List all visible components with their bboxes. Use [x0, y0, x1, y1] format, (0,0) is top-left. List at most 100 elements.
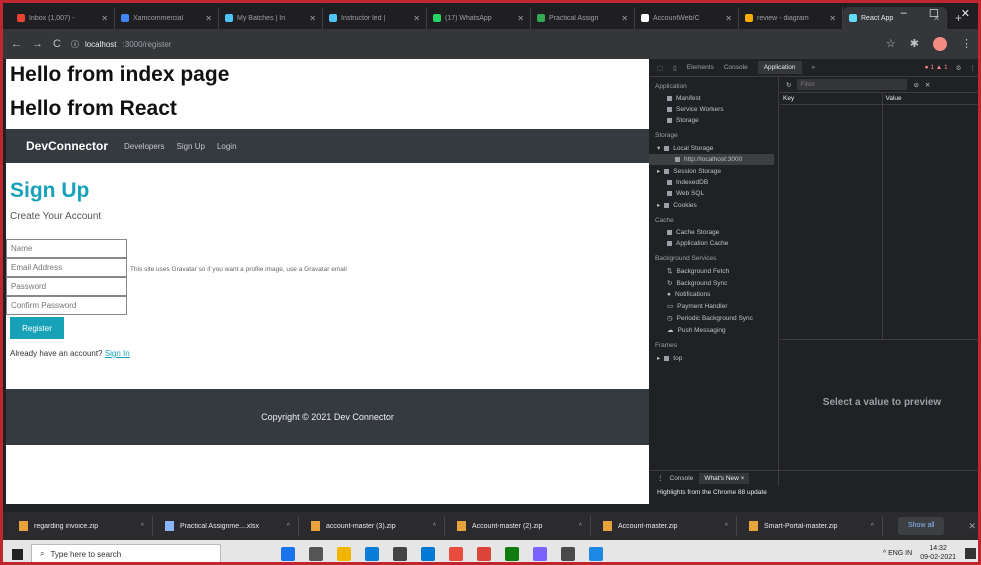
close-tab-icon[interactable]: ✕ — [517, 14, 524, 23]
taskbar-app-icon[interactable] — [477, 547, 491, 561]
chevron-up-icon[interactable]: ^ — [433, 523, 436, 530]
taskbar-app-icon[interactable] — [365, 547, 379, 561]
taskbar-app-icon[interactable] — [393, 547, 407, 561]
clock[interactable]: 14:32 09-02-2021 — [920, 544, 956, 562]
close-tab-icon[interactable]: ✕ — [413, 14, 420, 23]
sidebar-item-cache-storage[interactable]: Cache Storage — [649, 227, 778, 238]
browser-tab[interactable]: Practical Assign ✕ — [531, 7, 635, 29]
address-bar[interactable]: ⓘ localhost:3000/register — [71, 39, 172, 50]
forward-button[interactable]: → — [32, 38, 43, 50]
brand-link[interactable]: DevConnector — [26, 139, 108, 153]
download-item[interactable]: Account-master.zip ^ — [595, 516, 737, 536]
sidebar-item-storage[interactable]: Storage — [649, 115, 778, 126]
clear-all-icon[interactable]: ⊘ — [913, 81, 918, 89]
sidebar-item-application-cache[interactable]: Application Cache — [649, 238, 778, 249]
reload-button[interactable]: C — [53, 38, 61, 50]
download-item[interactable]: regarding invoice.zip ^ — [11, 516, 153, 536]
download-item[interactable]: account-master (3).zip ^ — [303, 516, 445, 536]
chevron-up-icon[interactable]: ^ — [579, 523, 582, 530]
close-tab-icon[interactable]: ✕ — [101, 14, 108, 23]
show-all-button[interactable]: Show all — [897, 517, 945, 535]
device-toggle-icon[interactable]: ▯ — [673, 64, 677, 72]
taskbar-app-icon[interactable] — [589, 547, 603, 561]
nav-signup[interactable]: Sign Up — [176, 142, 204, 151]
taskbar-app-icon[interactable] — [309, 547, 323, 561]
email-field[interactable] — [6, 258, 127, 277]
taskbar-app-icon[interactable] — [421, 547, 435, 561]
sidebar-item-background-sync[interactable]: ↻ Background Sync — [649, 277, 778, 289]
password-field[interactable] — [6, 277, 127, 296]
chevron-up-icon[interactable]: ^ — [871, 523, 874, 530]
close-tab-icon[interactable]: ✕ — [309, 14, 316, 23]
more-tabs-button[interactable]: » — [812, 64, 816, 71]
browser-tab[interactable]: AccountWeb/C ✕ — [635, 7, 739, 29]
chevron-up-icon[interactable]: ^ — [725, 523, 728, 530]
refresh-icon[interactable]: ↻ — [786, 81, 791, 89]
nav-developers[interactable]: Developers — [124, 142, 164, 151]
close-tab-icon[interactable]: ✕ — [725, 14, 732, 23]
chevron-up-icon[interactable]: ^ — [141, 523, 144, 530]
delete-icon[interactable]: ✕ — [925, 81, 930, 89]
sidebar-item-indexeddb[interactable]: IndexedDB — [649, 177, 778, 188]
taskbar-app-icon[interactable] — [505, 547, 519, 561]
sidebar-item-payment-handler[interactable]: ▭ Payment Handler — [649, 300, 778, 312]
minimize-button[interactable]: – — [901, 7, 907, 20]
start-button[interactable] — [3, 548, 31, 560]
drawer-tab-console[interactable]: Console — [670, 475, 694, 482]
chevron-up-icon[interactable]: ^ — [287, 523, 290, 530]
extensions-icon[interactable]: ✱ — [910, 37, 919, 51]
sidebar-item-background-fetch[interactable]: ⇅ Background Fetch — [649, 265, 778, 277]
browser-tab[interactable]: My Batches | In ✕ — [219, 7, 323, 29]
taskbar-app-icon[interactable] — [337, 547, 351, 561]
filter-input[interactable]: Filter — [797, 79, 908, 90]
close-tab-icon[interactable]: ✕ — [829, 14, 836, 23]
tab-elements[interactable]: Elements — [687, 64, 714, 71]
settings-icon[interactable]: ⚙ — [956, 64, 962, 72]
inspect-icon[interactable]: ⬚ — [657, 64, 663, 72]
name-field[interactable] — [6, 239, 127, 258]
sidebar-item-localhost-origin[interactable]: http://localhost:3000 — [649, 154, 774, 165]
drawer-menu-icon[interactable]: ⋮ — [657, 474, 664, 482]
browser-tab[interactable]: Xamcommercial ✕ — [115, 7, 219, 29]
avatar[interactable] — [933, 37, 947, 51]
sidebar-item-local-storage[interactable]: ▾ Local Storage — [649, 142, 778, 154]
sidebar-item-push-messaging[interactable]: ☁ Push Messaging — [649, 324, 778, 336]
download-item[interactable]: Account-master (2).zip ^ — [449, 516, 591, 536]
devtools-menu-icon[interactable]: ⋮ — [970, 64, 977, 72]
sidebar-item-service-workers[interactable]: Service Workers — [649, 104, 778, 115]
browser-tab[interactable]: (17) WhatsApp ✕ — [427, 7, 531, 29]
browser-tab[interactable]: Instructor led | ✕ — [323, 7, 427, 29]
maximize-button[interactable]: ☐ — [929, 7, 939, 20]
nav-login[interactable]: Login — [217, 142, 237, 151]
taskbar-app-icon[interactable] — [561, 547, 575, 561]
download-item[interactable]: Practical Assignme....xlsx ^ — [157, 516, 299, 536]
back-button[interactable]: ← — [11, 38, 22, 50]
download-item[interactable]: Smart-Portal-master.zip ^ — [741, 516, 883, 536]
confirm-password-field[interactable] — [6, 296, 127, 315]
menu-icon[interactable]: ⋮ — [961, 37, 972, 51]
column-key[interactable]: Key — [780, 93, 882, 104]
taskbar-search[interactable]: ⌕ Type here to search — [31, 544, 221, 562]
info-icon[interactable]: ⓘ — [71, 39, 79, 50]
tab-console[interactable]: Console — [724, 64, 748, 71]
taskbar-app-icon[interactable] — [533, 547, 547, 561]
sidebar-item-frame-top[interactable]: ▸ top — [649, 352, 778, 364]
sidebar-item-cookies[interactable]: ▸ Cookies — [649, 199, 778, 211]
notifications-icon[interactable] — [965, 548, 976, 559]
sidebar-item-session-storage[interactable]: ▸ Session Storage — [649, 165, 778, 177]
tab-application[interactable]: Application — [757, 61, 802, 74]
close-tab-icon[interactable]: ✕ — [205, 14, 212, 23]
sidebar-item-periodic-sync[interactable]: ◷ Periodic Background Sync — [649, 312, 778, 324]
drawer-tab-whats-new[interactable]: What's New × — [699, 472, 750, 484]
taskbar-app-icon[interactable] — [281, 547, 295, 561]
issues-badge[interactable]: ● 1 ▲ 1 — [925, 64, 948, 72]
register-button[interactable]: Register — [10, 317, 64, 339]
browser-tab[interactable]: Inbox (1,007) - ✕ — [11, 7, 115, 29]
close-downloads-icon[interactable]: ✕ — [968, 521, 976, 532]
close-tab-icon[interactable]: ✕ — [621, 14, 628, 23]
browser-tab[interactable]: review - diagram ✕ — [739, 7, 843, 29]
column-value[interactable]: Value — [881, 93, 979, 104]
tray-icons[interactable]: ^ ENG IN — [883, 550, 912, 557]
taskbar-app-icon[interactable] — [449, 547, 463, 561]
sidebar-item-websql[interactable]: Web SQL — [649, 188, 778, 199]
